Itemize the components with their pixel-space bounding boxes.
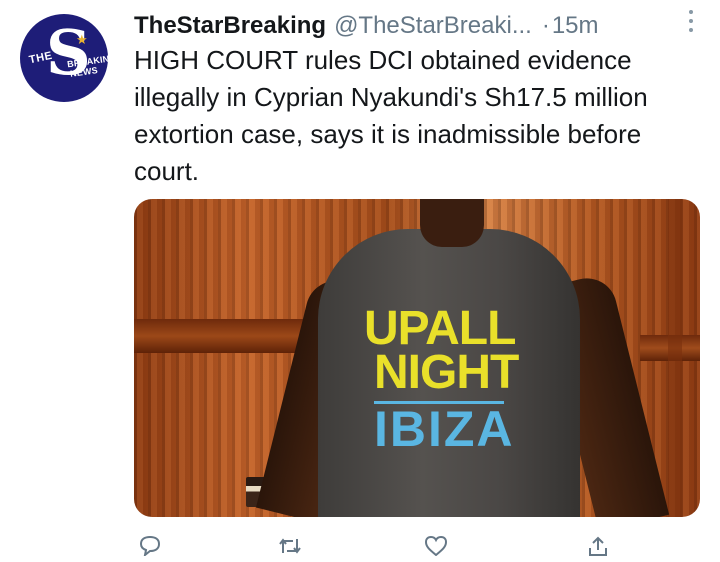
tweet-text: HIGH COURT rules DCI obtained evidence i… xyxy=(134,45,648,186)
shirt-print: UPALL NIGHT IBIZA xyxy=(364,302,524,457)
shirt-line3: IBIZA xyxy=(374,401,515,457)
author-name[interactable]: TheStarBreaking xyxy=(134,12,326,39)
person-neck xyxy=(420,199,484,247)
shirt-line2: NIGHT xyxy=(374,346,519,399)
timestamp[interactable]: 15m xyxy=(552,12,599,39)
star-icon: ★ xyxy=(76,32,88,47)
retweet-icon xyxy=(279,538,301,554)
heart-icon xyxy=(424,536,448,556)
tweet-actions xyxy=(134,532,700,562)
avatar[interactable]: THE S ★ BREAKING NEWS xyxy=(20,14,108,102)
more-options-icon[interactable] xyxy=(688,10,694,34)
author-handle[interactable]: @TheStarBreaki... xyxy=(334,12,532,39)
wood-panel xyxy=(668,199,682,517)
reply-icon xyxy=(139,536,161,556)
shirt-line1: UPALL xyxy=(364,302,516,355)
tweet[interactable]: THE S ★ BREAKING NEWS TheStarBreaking @Th… xyxy=(0,0,720,556)
tweet-photo[interactable]: UPALL NIGHT IBIZA xyxy=(134,199,700,517)
separator-dot: · xyxy=(541,12,550,39)
share-icon xyxy=(589,536,607,556)
tweet-header: TheStarBreaking @TheStarBreaki... ·15m xyxy=(134,8,700,44)
